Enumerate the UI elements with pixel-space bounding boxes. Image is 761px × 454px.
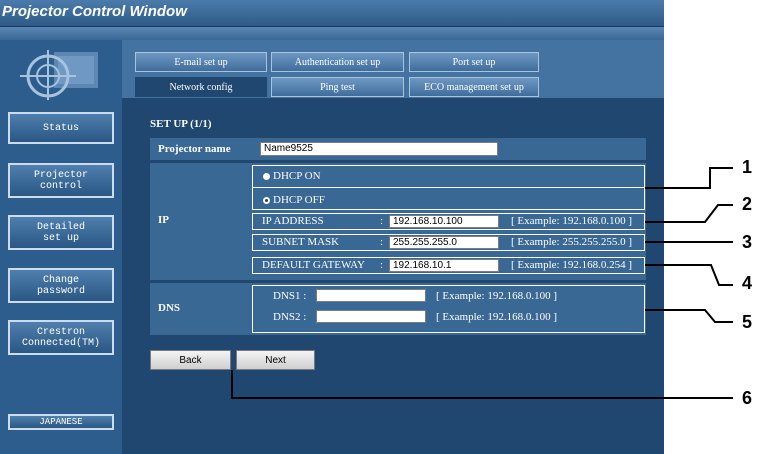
callout-leader-lines [231,167,733,399]
callout-2: 2 [742,194,753,214]
callout-6: 6 [742,388,753,408]
callout-3: 3 [742,232,753,252]
callout-5: 5 [742,312,753,332]
callout-1: 1 [742,157,753,177]
callout-4: 4 [742,273,753,293]
